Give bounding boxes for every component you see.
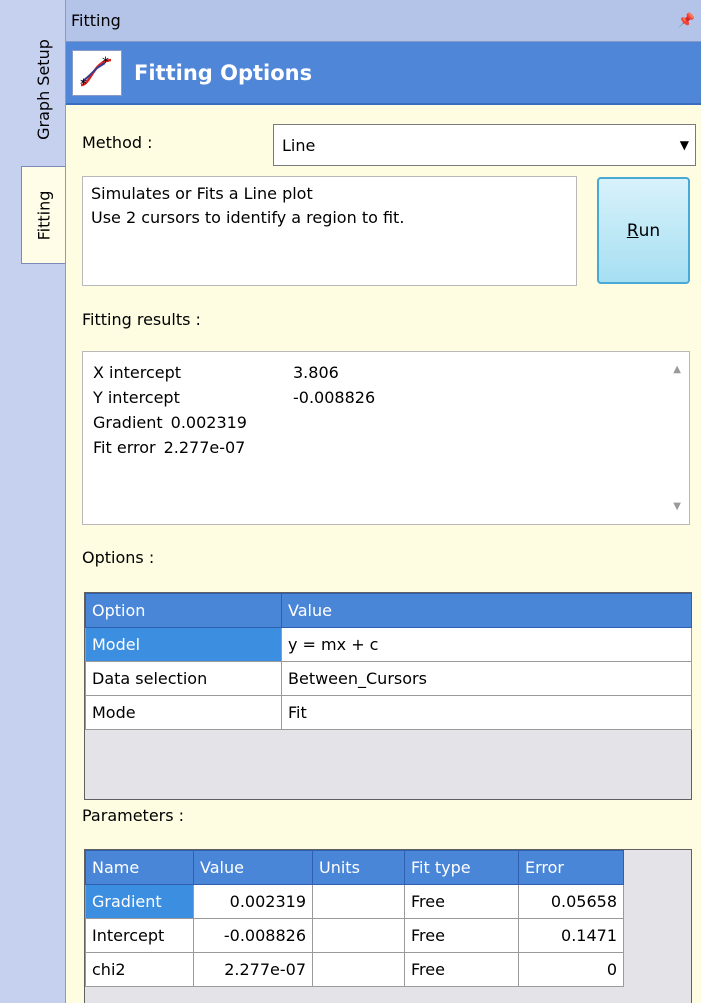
result-value: 0.002319 <box>170 413 247 432</box>
run-button[interactable]: Run <box>597 177 690 284</box>
result-value: -0.008826 <box>293 388 376 407</box>
result-row: X intercept 3.806 <box>93 360 375 385</box>
method-select[interactable]: Line ▼ <box>273 124 696 166</box>
method-label: Method : <box>82 133 153 152</box>
method-description: Simulates or Fits a Line plot Use 2 curs… <box>82 176 577 286</box>
param-value-cell[interactable]: 0.002319 <box>193 884 313 919</box>
param-fittype-cell[interactable]: Free <box>404 952 519 987</box>
param-units-cell[interactable] <box>312 952 405 987</box>
param-error-cell[interactable]: 0.1471 <box>518 918 624 953</box>
param-units-cell[interactable] <box>312 884 405 919</box>
fitting-results-label: Fitting results : <box>82 310 201 329</box>
table-row[interactable]: Mode Fit <box>85 695 692 730</box>
table-row[interactable]: Gradient 0.002319 Free 0.05658 <box>85 884 624 919</box>
tab-fitting[interactable]: Fitting <box>21 166 65 264</box>
fitting-panel: Fitting 📌 * * Fitting Options Method : L… <box>66 0 701 1003</box>
description-line: Use 2 cursors to identify a region to fi… <box>91 208 405 227</box>
param-fittype-cell[interactable]: Free <box>404 884 519 919</box>
svg-text:*: * <box>102 55 109 71</box>
table-row[interactable]: Model y = mx + c <box>85 627 692 662</box>
scroll-down-icon[interactable]: ▼ <box>673 501 681 512</box>
options-header: * * Fitting Options <box>66 42 701 105</box>
tab-graph-setup-label: Graph Setup <box>33 38 53 140</box>
result-row: Fit error 2.277e-07 <box>93 435 375 460</box>
column-header[interactable]: Name <box>85 850 194 885</box>
parameters-label: Parameters : <box>82 806 185 825</box>
result-row: Gradient 0.002319 <box>93 410 375 435</box>
parameters-grid: Name Value Units Fit type Error Gradient… <box>84 849 692 1003</box>
param-value-cell[interactable]: 2.277e-07 <box>193 952 313 987</box>
run-button-accelerator: R <box>626 220 639 241</box>
option-name-cell[interactable]: Data selection <box>85 661 282 696</box>
option-name-cell[interactable]: Mode <box>85 695 282 730</box>
curve-fit-icon: * * <box>72 49 122 96</box>
panel-titlebar: Fitting 📌 <box>66 0 701 42</box>
result-key: X intercept <box>93 363 182 382</box>
param-error-cell[interactable]: 0 <box>518 952 624 987</box>
param-name-cell[interactable]: Intercept <box>85 918 194 953</box>
column-header[interactable]: Units <box>312 850 405 885</box>
result-value: 2.277e-07 <box>163 438 246 457</box>
tab-graph-setup[interactable]: Graph Setup <box>21 14 65 164</box>
param-value-cell[interactable]: -0.008826 <box>193 918 313 953</box>
tab-fitting-label: Fitting <box>34 190 53 240</box>
option-value-cell[interactable]: Fit <box>281 695 692 730</box>
table-row[interactable]: Data selection Between_Cursors <box>85 661 692 696</box>
column-header[interactable]: Fit type <box>404 850 519 885</box>
column-header[interactable]: Value <box>281 593 692 628</box>
pin-icon[interactable]: 📌 <box>678 13 695 29</box>
options-label: Options : <box>82 548 155 567</box>
result-row: Y intercept -0.008826 <box>93 385 375 410</box>
param-error-cell[interactable]: 0.05658 <box>518 884 624 919</box>
column-header[interactable]: Error <box>518 850 624 885</box>
param-name-cell[interactable]: chi2 <box>85 952 194 987</box>
panel-title: Fitting <box>71 11 121 30</box>
vertical-tab-strip: Graph Setup Fitting <box>0 0 66 1003</box>
column-header[interactable]: Value <box>193 850 313 885</box>
result-key: Fit error <box>93 438 156 457</box>
scroll-up-icon[interactable]: ▲ <box>673 364 681 375</box>
dropdown-arrow-icon: ▼ <box>679 138 689 152</box>
method-selected-value: Line <box>282 135 316 155</box>
svg-text:*: * <box>80 77 87 91</box>
result-key: Y intercept <box>93 388 180 407</box>
option-name-cell[interactable]: Model <box>85 627 282 662</box>
table-row[interactable]: chi2 2.277e-07 Free 0 <box>85 952 624 987</box>
param-fittype-cell[interactable]: Free <box>404 918 519 953</box>
option-value-cell[interactable]: y = mx + c <box>281 627 692 662</box>
result-value: 3.806 <box>293 363 339 382</box>
options-grid: Option Value Model y = mx + c Data selec… <box>84 592 692 800</box>
options-header-row: Option Value <box>85 593 692 628</box>
column-header[interactable]: Option <box>85 593 282 628</box>
result-key: Gradient <box>93 413 163 432</box>
parameters-header-row: Name Value Units Fit type Error <box>85 850 624 885</box>
param-name-cell[interactable]: Gradient <box>85 884 194 919</box>
option-value-cell[interactable]: Between_Cursors <box>281 661 692 696</box>
header-title: Fitting Options <box>134 60 313 85</box>
param-units-cell[interactable] <box>312 918 405 953</box>
table-row[interactable]: Intercept -0.008826 Free 0.1471 <box>85 918 624 953</box>
description-line: Simulates or Fits a Line plot <box>91 184 313 203</box>
run-button-label: un <box>638 220 661 241</box>
fitting-results-box[interactable]: X intercept 3.806 Y intercept -0.008826 Gr… <box>82 351 690 525</box>
